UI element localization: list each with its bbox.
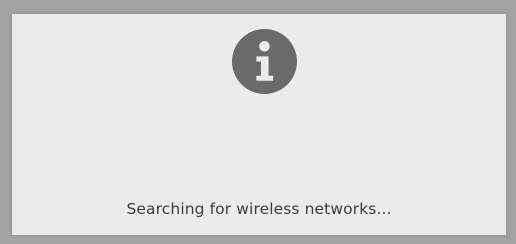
screen-background: Searching for wireless networks... <box>0 0 516 244</box>
status-message: Searching for wireless networks... <box>126 200 392 218</box>
status-dialog: Searching for wireless networks... <box>12 14 506 235</box>
info-icon <box>232 29 297 94</box>
